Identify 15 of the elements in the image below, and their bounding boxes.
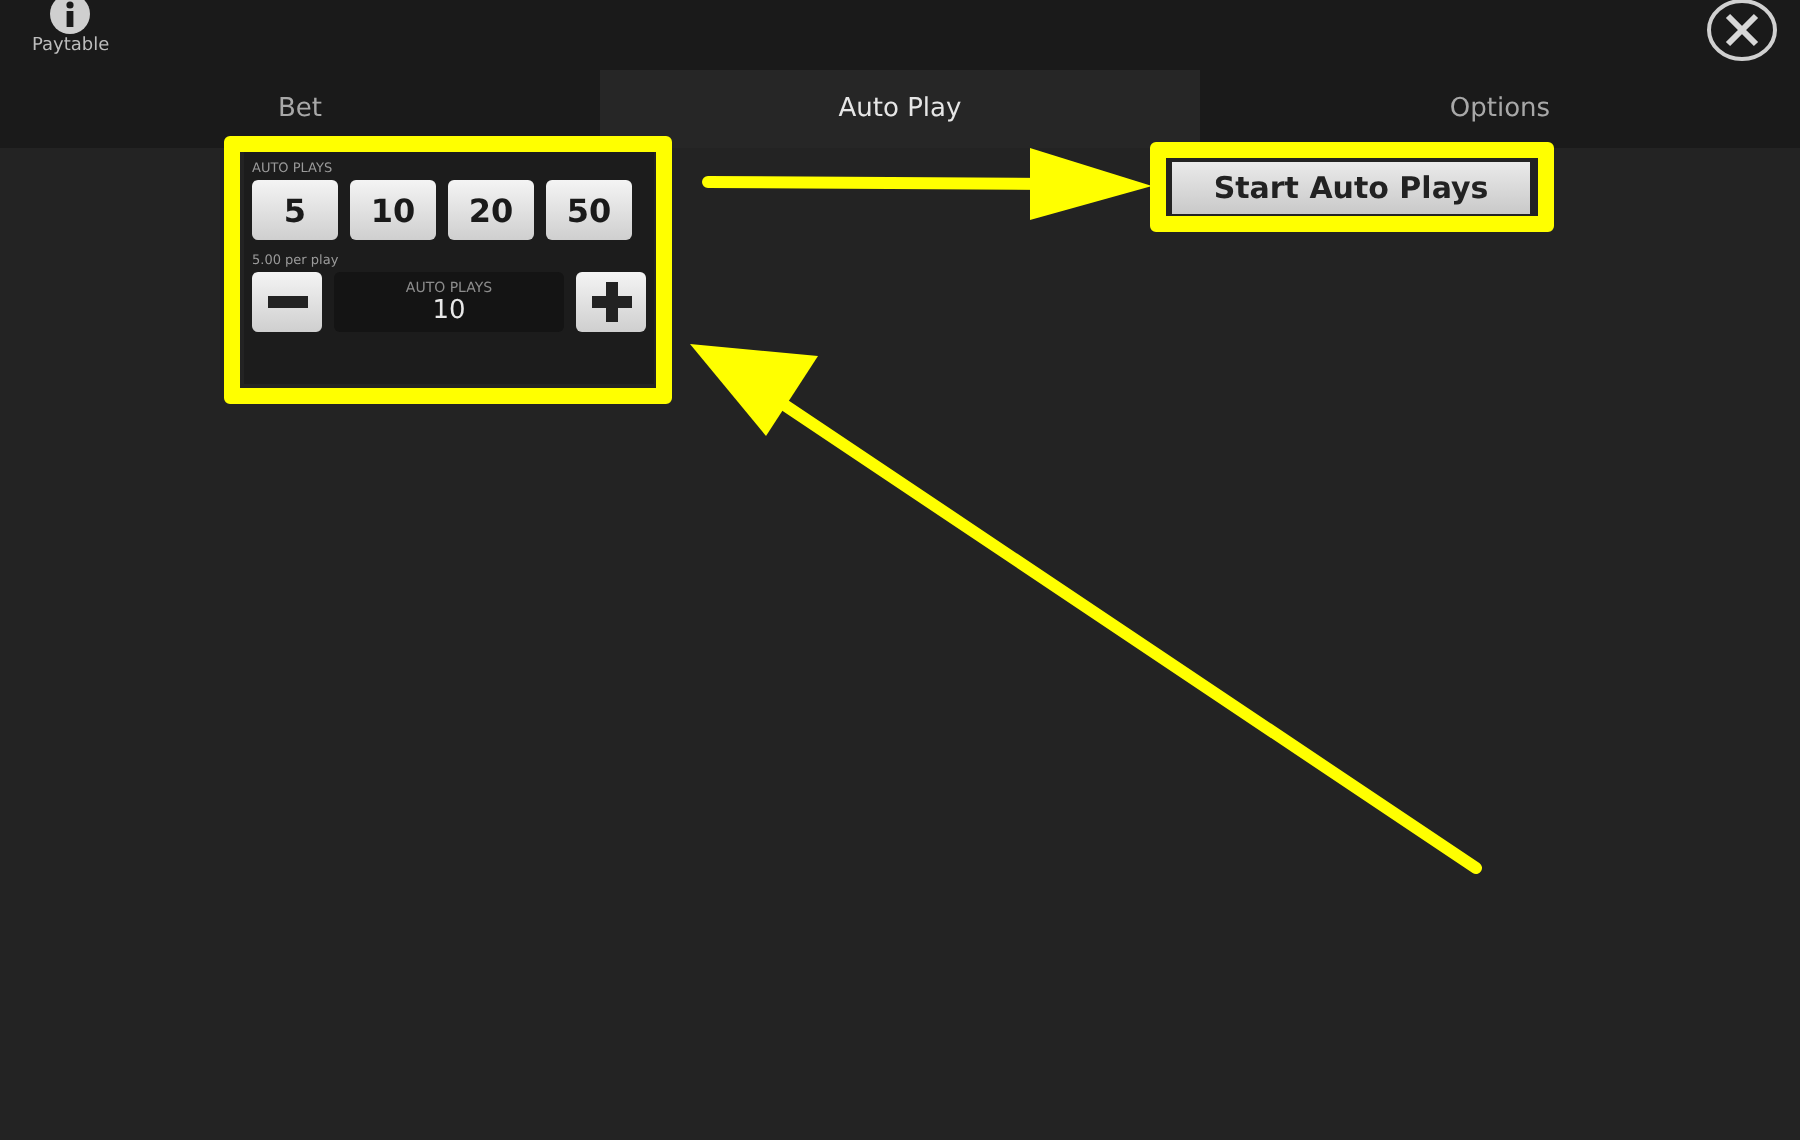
preset-button[interactable]: 10 [350, 180, 436, 240]
tab[interactable]: Bet [0, 70, 600, 148]
display-value: 10 [432, 295, 466, 325]
preset-button[interactable]: 20 [448, 180, 534, 240]
start-auto-plays-button[interactable]: Start Auto Plays [1172, 162, 1530, 214]
preset-button[interactable]: 5 [252, 180, 338, 240]
increase-button[interactable] [576, 272, 646, 332]
close-icon[interactable] [1706, 0, 1778, 62]
minus-icon [267, 296, 307, 308]
tab[interactable]: Auto Play [600, 70, 1200, 148]
paytable-button[interactable]: Paytable [32, 0, 110, 56]
plus-icon [591, 282, 631, 322]
tab[interactable]: Options [1200, 70, 1800, 148]
preset-button[interactable]: 50 [546, 180, 632, 240]
decrease-button[interactable] [252, 272, 322, 332]
